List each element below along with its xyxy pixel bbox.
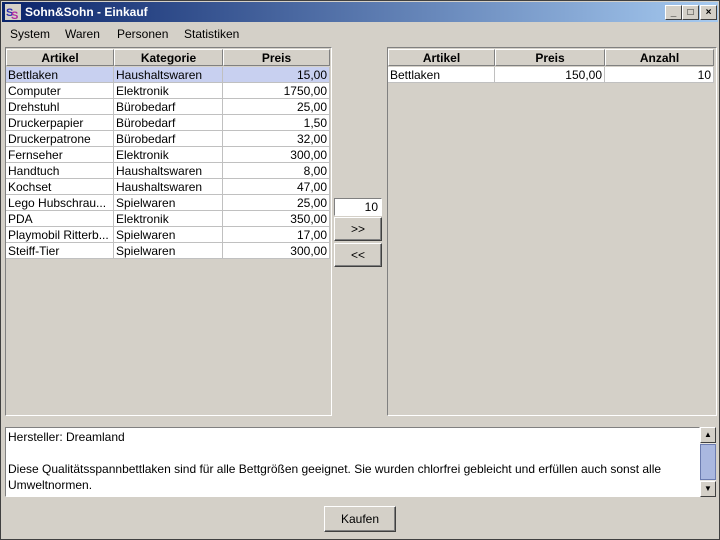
- cart-table-panel: [387, 47, 717, 416]
- product-cell[interactable]: Handtuch: [6, 163, 114, 179]
- product-cell[interactable]: Bürobedarf: [114, 99, 223, 115]
- product-cell[interactable]: Spielwaren: [114, 195, 223, 211]
- product-cell[interactable]: 15,00: [223, 67, 330, 83]
- product-cell[interactable]: Bürobedarf: [114, 131, 223, 147]
- column-header-kategorie[interactable]: Kategorie: [114, 49, 223, 66]
- cart-cell[interactable]: 150,00: [495, 67, 605, 83]
- product-cell[interactable]: 1750,00: [223, 83, 330, 99]
- product-cell[interactable]: Bettlaken: [6, 67, 114, 83]
- quantity-input[interactable]: 10: [334, 198, 382, 216]
- description-text: Diese Qualitätsspannbettlaken sind für a…: [8, 462, 662, 492]
- column-header-artikel[interactable]: Artikel: [6, 49, 114, 66]
- buy-button[interactable]: Kaufen: [324, 506, 396, 532]
- product-cell[interactable]: Elektronik: [114, 147, 223, 163]
- window-title: Sohn&Sohn - Einkauf: [25, 5, 148, 19]
- product-cell[interactable]: Spielwaren: [114, 227, 223, 243]
- column-header-preis[interactable]: Preis: [223, 49, 330, 66]
- product-cell[interactable]: Haushaltswaren: [114, 67, 223, 83]
- main-window: S S Sohn&Sohn - Einkauf _ □ × System War…: [0, 0, 720, 540]
- menu-personen[interactable]: Personen: [117, 27, 168, 41]
- product-cell[interactable]: Spielwaren: [114, 243, 223, 259]
- cart-cell[interactable]: 10: [605, 67, 714, 83]
- product-cell[interactable]: Steiff-Tier: [6, 243, 114, 259]
- add-to-cart-button[interactable]: >>: [334, 217, 382, 241]
- product-cell[interactable]: Druckerpapier: [6, 115, 114, 131]
- remove-from-cart-button[interactable]: <<: [334, 243, 382, 267]
- svg-text:S: S: [11, 10, 18, 20]
- product-cell[interactable]: Computer: [6, 83, 114, 99]
- maximize-button[interactable]: □: [682, 5, 699, 20]
- product-cell[interactable]: 350,00: [223, 211, 330, 227]
- description-scrollbar[interactable]: ▲ ▼: [700, 427, 716, 497]
- product-cell[interactable]: 300,00: [223, 243, 330, 259]
- menu-system[interactable]: System: [10, 27, 50, 41]
- product-cell[interactable]: 300,00: [223, 147, 330, 163]
- product-cell[interactable]: Haushaltswaren: [114, 163, 223, 179]
- product-cell[interactable]: 1,50: [223, 115, 330, 131]
- product-cell[interactable]: Fernseher: [6, 147, 114, 163]
- product-cell[interactable]: PDA: [6, 211, 114, 227]
- close-button[interactable]: ×: [700, 5, 717, 20]
- product-cell[interactable]: 47,00: [223, 179, 330, 195]
- scroll-down-icon[interactable]: ▼: [700, 481, 716, 497]
- app-logo-icon: S S: [5, 4, 21, 20]
- title-bar[interactable]: S S Sohn&Sohn - Einkauf _ □ ×: [2, 2, 718, 22]
- product-description[interactable]: Hersteller: Dreamland Diese Qualitätsspa…: [5, 427, 700, 497]
- product-cell[interactable]: Elektronik: [114, 211, 223, 227]
- product-cell[interactable]: Elektronik: [114, 83, 223, 99]
- product-cell[interactable]: 25,00: [223, 99, 330, 115]
- product-cell[interactable]: 25,00: [223, 195, 330, 211]
- product-cell[interactable]: Kochset: [6, 179, 114, 195]
- product-cell[interactable]: Lego Hubschrau...: [6, 195, 114, 211]
- scroll-up-icon[interactable]: ▲: [700, 427, 716, 443]
- menu-statistiken[interactable]: Statistiken: [184, 27, 239, 41]
- cart-column-header-anzahl[interactable]: Anzahl: [605, 49, 714, 66]
- product-cell[interactable]: 17,00: [223, 227, 330, 243]
- product-cell[interactable]: Bürobedarf: [114, 115, 223, 131]
- product-cell[interactable]: Playmobil Ritterb...: [6, 227, 114, 243]
- cart-column-header-preis[interactable]: Preis: [495, 49, 605, 66]
- scroll-thumb[interactable]: [700, 444, 716, 480]
- product-cell[interactable]: Haushaltswaren: [114, 179, 223, 195]
- menu-bar: System Waren Personen Statistiken: [2, 24, 718, 44]
- cart-cell[interactable]: Bettlaken: [388, 67, 495, 83]
- product-cell[interactable]: Drehstuhl: [6, 99, 114, 115]
- menu-waren[interactable]: Waren: [65, 27, 100, 41]
- manufacturer-text: Hersteller: Dreamland: [8, 430, 125, 444]
- product-cell[interactable]: Druckerpatrone: [6, 131, 114, 147]
- product-cell[interactable]: 32,00: [223, 131, 330, 147]
- product-cell[interactable]: 8,00: [223, 163, 330, 179]
- cart-column-header-artikel[interactable]: Artikel: [388, 49, 495, 66]
- minimize-button[interactable]: _: [665, 5, 682, 20]
